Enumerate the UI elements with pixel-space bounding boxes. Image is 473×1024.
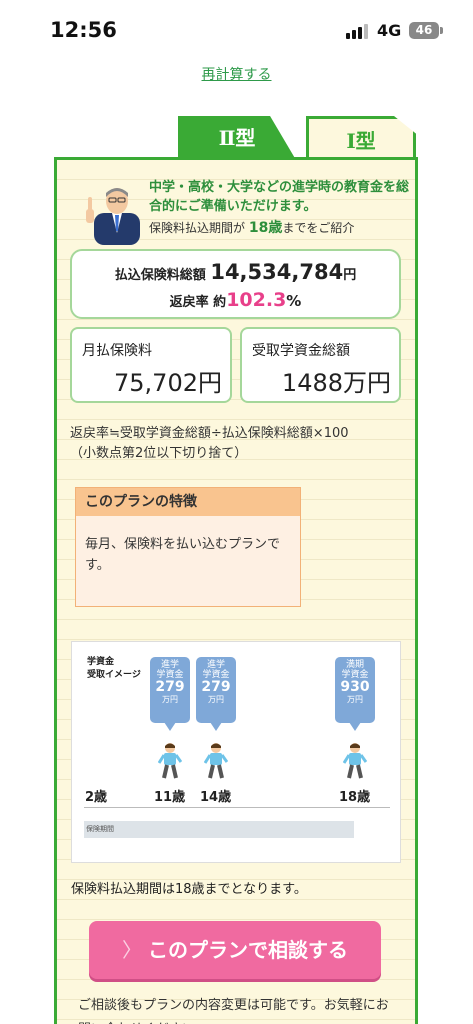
bubble-unit: 万円 [208, 695, 224, 704]
network-type: 4G [377, 21, 402, 40]
bubble-unit: 万円 [347, 695, 363, 704]
period-age: 18歳 [248, 220, 283, 236]
diagram-title-line-1: 学資金 [87, 657, 115, 667]
diagram-title-line-2: 受取イメージ [87, 670, 141, 680]
insurance-period-bar: 保険期間 [84, 821, 354, 838]
total-premium-value: 14,534,784 [210, 260, 344, 284]
plan-feature-box: このプランの特徴 毎月、保険料を払い込むプランです。 [75, 487, 301, 607]
bubble-line-1: 満期 [345, 660, 364, 670]
return-rate-value: 102.3 [226, 289, 287, 311]
feature-title: このプランの特徴 [76, 488, 300, 516]
recalculate-link[interactable]: 再計算する [0, 64, 473, 84]
return-rate-label: 返戻率 約 [169, 295, 227, 310]
diagram-title: 学資金 受取イメージ [87, 656, 141, 682]
child-figure-icon [343, 743, 367, 779]
bubble-line-1: 進学 [206, 660, 225, 670]
benefit-bubble-18: 満期 学資金 930 万円 [335, 657, 375, 731]
age-label: 14歳 [200, 790, 232, 805]
advisor-illustration-icon [86, 188, 140, 245]
formula-line-1: 返戻率≒受取学資金総額÷払込保険料総額×100 [70, 426, 349, 441]
total-benefit-value: 1488万円 [281, 369, 391, 397]
consult-button-label: このプランで相談する [148, 938, 348, 962]
monthly-premium-label: 月払保険料 [82, 343, 152, 359]
total-premium-unit: 円 [343, 268, 357, 283]
benefit-bubble-11: 進学 学資金 279 万円 [150, 657, 190, 731]
benefit-bubble-14: 進学 学資金 279 万円 [196, 657, 236, 731]
return-rate-unit: % [286, 292, 302, 310]
return-rate-line: 返戻率 約102.3% [72, 289, 399, 311]
child-figure-icon [158, 743, 182, 779]
signal-icon [346, 24, 370, 39]
total-premium-line: 払込保険料総額 14,534,784円 [72, 260, 399, 284]
consult-plan-button[interactable]: 〉このプランで相談する [89, 921, 381, 979]
benefit-timeline-diagram: 学資金 受取イメージ 進学 学資金 279 万円 進学 学資金 279 万円 満… [71, 641, 401, 863]
period-prefix: 保険料払込期間が [149, 221, 246, 235]
total-benefit-box: 受取学資金総額 1488万円 [240, 327, 401, 403]
payment-period-intro: 保険料払込期間が 18歳までをご紹介 [149, 217, 354, 237]
chevron-right-icon: 〉 [122, 938, 142, 962]
bubble-line-1: 進学 [160, 660, 179, 670]
bubble-amount: 279 [201, 679, 231, 695]
child-figure-icon [204, 743, 228, 779]
status-time: 12:56 [50, 18, 117, 42]
status-bar: 12:56 4G 46 [0, 0, 473, 60]
total-premium-box: 払込保険料総額 14,534,784円 返戻率 約102.3% [70, 249, 401, 319]
total-premium-label: 払込保険料総額 [114, 268, 206, 283]
bubble-unit: 万円 [162, 695, 178, 704]
feature-body: 毎月、保険料を払い込むプランです。 [85, 537, 281, 573]
battery-tip [440, 27, 443, 34]
age-label: 11歳 [154, 790, 186, 805]
age-label: 18歳 [339, 790, 371, 805]
timeline-axis [84, 807, 390, 808]
tab-type-1[interactable]: Ⅰ型 [306, 116, 416, 160]
total-benefit-label: 受取学資金総額 [252, 343, 350, 359]
formula-line-2: （小数点第2位以下切り捨て） [70, 446, 248, 461]
battery-icon: 46 [409, 22, 439, 39]
plan-headline: 中学・高校・大学などの進学時の教育金を総合的にご準備いただけます。 [149, 180, 410, 214]
bubble-amount: 279 [155, 679, 185, 695]
period-suffix: までをご紹介 [282, 221, 355, 235]
monthly-premium-value: 75,702円 [114, 369, 222, 397]
consultation-note: ご相談後もプランの内容変更は可能です。お気軽にお問い合わせください。 [78, 998, 389, 1024]
return-rate-formula: 返戻率≒受取学資金総額÷払込保険料総額×100 （小数点第2位以下切り捨て） [70, 424, 349, 464]
bubble-amount: 930 [340, 679, 370, 695]
age-label: 2歳 [85, 790, 108, 805]
monthly-premium-box: 月払保険料 75,702円 [70, 327, 232, 403]
payment-period-note: 保険料払込期間は18歳までとなります。 [71, 882, 307, 897]
tab-type-2[interactable]: Ⅱ型 [178, 116, 296, 160]
